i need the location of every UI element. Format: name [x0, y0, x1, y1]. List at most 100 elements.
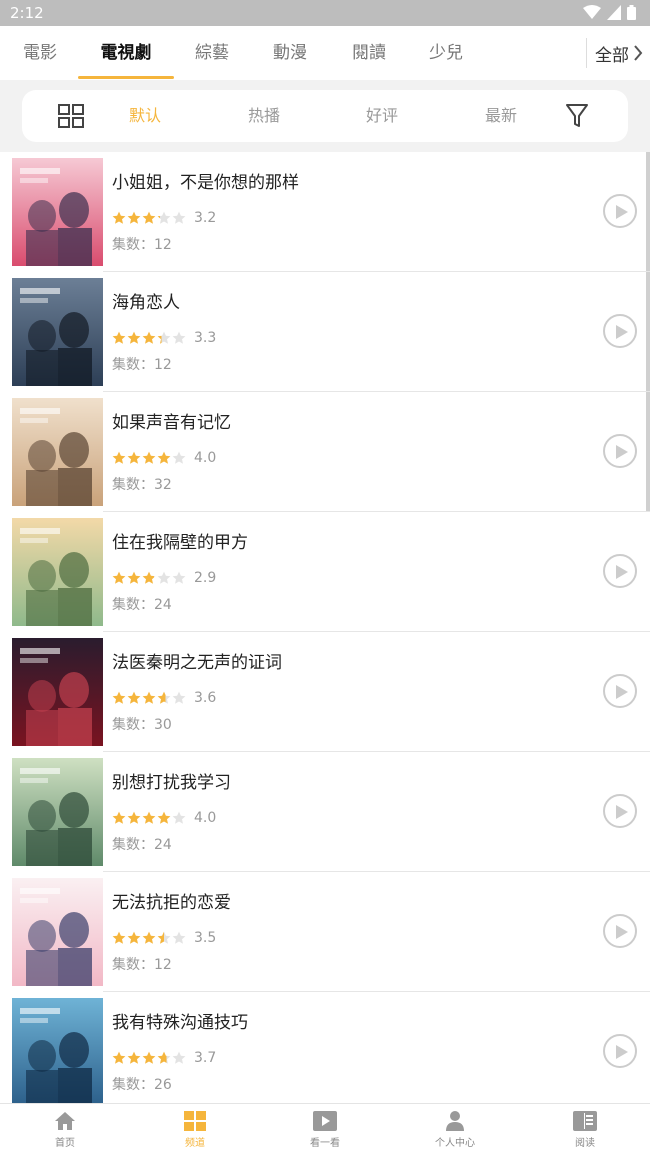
show-list[interactable]: 小姐姐，不是你想的那样 3.2 集数：12 海角恋人 3.3 集数：12 如果声音有记忆 4.…: [0, 152, 650, 1103]
status-icons: [583, 5, 636, 20]
play-icon: [616, 325, 628, 339]
show-title[interactable]: 海角恋人: [112, 288, 180, 313]
show-title[interactable]: 住在我隔壁的甲方: [112, 528, 248, 553]
show-poster[interactable]: [12, 158, 103, 266]
tab-movies[interactable]: 電影: [0, 26, 80, 80]
star-icon: [142, 1051, 156, 1064]
poster-image: [12, 638, 103, 746]
star-icon: [142, 451, 156, 464]
show-poster[interactable]: [12, 758, 103, 866]
battery-icon: [627, 5, 636, 20]
show-title[interactable]: 小姐姐，不是你想的那样: [112, 168, 299, 193]
show-poster[interactable]: [12, 518, 103, 626]
star-icon: [172, 811, 186, 824]
poster-image: [12, 998, 103, 1103]
tab-reading[interactable]: 閱讀: [329, 26, 409, 80]
star-icon: [157, 931, 171, 944]
show-row[interactable]: 住在我隔壁的甲方 2.9 集数：24: [0, 512, 650, 632]
play-button[interactable]: [603, 314, 637, 348]
nav-home-label: 首页: [55, 1138, 75, 1149]
sort-default[interactable]: 默认: [129, 90, 161, 142]
play-button[interactable]: [603, 674, 637, 708]
show-title[interactable]: 如果声音有记忆: [112, 408, 231, 433]
show-poster[interactable]: [12, 398, 103, 506]
star-icon: [127, 811, 141, 824]
play-button[interactable]: [603, 794, 637, 828]
nav-read[interactable]: 阅读: [520, 1104, 650, 1155]
show-poster[interactable]: [12, 998, 103, 1103]
signal-icon: [607, 5, 621, 20]
show-row[interactable]: 小姐姐，不是你想的那样 3.2 集数：12: [0, 152, 650, 272]
tab-kids[interactable]: 少兒: [406, 26, 486, 80]
star-icon: [112, 931, 126, 944]
star-icon: [172, 571, 186, 584]
star-icon: [127, 1051, 141, 1064]
star-icon: [172, 331, 186, 344]
sort-bar: 默认 热播 好评 最新: [22, 90, 628, 142]
star-icon: [157, 691, 171, 704]
poster-image: [12, 278, 103, 386]
play-button[interactable]: [603, 914, 637, 948]
rating-score: 3.7: [194, 1050, 217, 1066]
episode-count: 集数：12: [112, 957, 172, 973]
nav-watch[interactable]: 看一看: [260, 1104, 390, 1155]
play-button[interactable]: [603, 434, 637, 468]
poster-image: [12, 758, 103, 866]
rating-stars: 4.0: [112, 810, 216, 826]
show-row[interactable]: 我有特殊沟通技巧 3.7 集数：26: [0, 992, 650, 1103]
play-button[interactable]: [603, 1034, 637, 1068]
show-title[interactable]: 无法抗拒的恋爱: [112, 888, 231, 913]
bottom-nav: 首页 频道 看一看 个人中心 阅读: [0, 1103, 650, 1155]
sort-newest[interactable]: 最新: [485, 90, 517, 142]
show-row[interactable]: 如果声音有记忆 4.0 集数：32: [0, 392, 650, 512]
star-icon: [127, 691, 141, 704]
grid-view-icon[interactable]: [58, 104, 84, 128]
show-poster[interactable]: [12, 878, 103, 986]
sort-bar-container: 默认 热播 好评 最新: [0, 80, 650, 152]
star-icon: [157, 451, 171, 464]
rating-stars: 3.2: [112, 210, 216, 226]
tab-tv-series[interactable]: 電視劇: [86, 26, 166, 80]
sort-top-rated[interactable]: 好评: [366, 90, 398, 142]
tab-anime[interactable]: 動漫: [250, 26, 330, 80]
nav-profile[interactable]: 个人中心: [390, 1104, 520, 1155]
all-categories-button[interactable]: 全部: [586, 38, 650, 68]
star-icon: [112, 691, 126, 704]
show-row[interactable]: 无法抗拒的恋爱 3.5 集数：12: [0, 872, 650, 992]
play-icon: [616, 565, 628, 579]
star-icon: [142, 211, 156, 224]
rating-stars: 2.9: [112, 570, 216, 586]
play-button[interactable]: [603, 554, 637, 588]
nav-channel-label: 频道: [185, 1138, 205, 1149]
all-categories-label: 全部: [595, 45, 629, 66]
star-icon: [142, 571, 156, 584]
star-icon: [157, 811, 171, 824]
video-play-icon: [313, 1111, 337, 1131]
nav-home[interactable]: 首页: [0, 1104, 130, 1155]
show-title[interactable]: 法医秦明之无声的证词: [112, 648, 282, 673]
tab-variety[interactable]: 綜藝: [172, 26, 252, 80]
star-icon: [142, 691, 156, 704]
filter-icon[interactable]: [566, 103, 588, 129]
show-row[interactable]: 法医秦明之无声的证词 3.6 集数：30: [0, 632, 650, 752]
show-poster[interactable]: [12, 278, 103, 386]
star-icon: [142, 931, 156, 944]
nav-read-label: 阅读: [575, 1138, 595, 1149]
show-title[interactable]: 我有特殊沟通技巧: [112, 1008, 248, 1033]
poster-image: [12, 398, 103, 506]
user-icon: [446, 1111, 464, 1131]
star-icon: [127, 571, 141, 584]
nav-channel[interactable]: 频道: [130, 1104, 260, 1155]
wifi-icon: [583, 5, 601, 19]
rating-score: 3.6: [194, 690, 217, 706]
show-row[interactable]: 海角恋人 3.3 集数：12: [0, 272, 650, 392]
star-icon: [157, 571, 171, 584]
show-row[interactable]: 别想打扰我学习 4.0 集数：24: [0, 752, 650, 872]
star-icon: [112, 211, 126, 224]
active-tab-indicator: [78, 76, 174, 79]
sort-hot[interactable]: 热播: [248, 90, 280, 142]
show-title[interactable]: 别想打扰我学习: [112, 768, 231, 793]
play-button[interactable]: [603, 194, 637, 228]
star-icon: [142, 811, 156, 824]
show-poster[interactable]: [12, 638, 103, 746]
